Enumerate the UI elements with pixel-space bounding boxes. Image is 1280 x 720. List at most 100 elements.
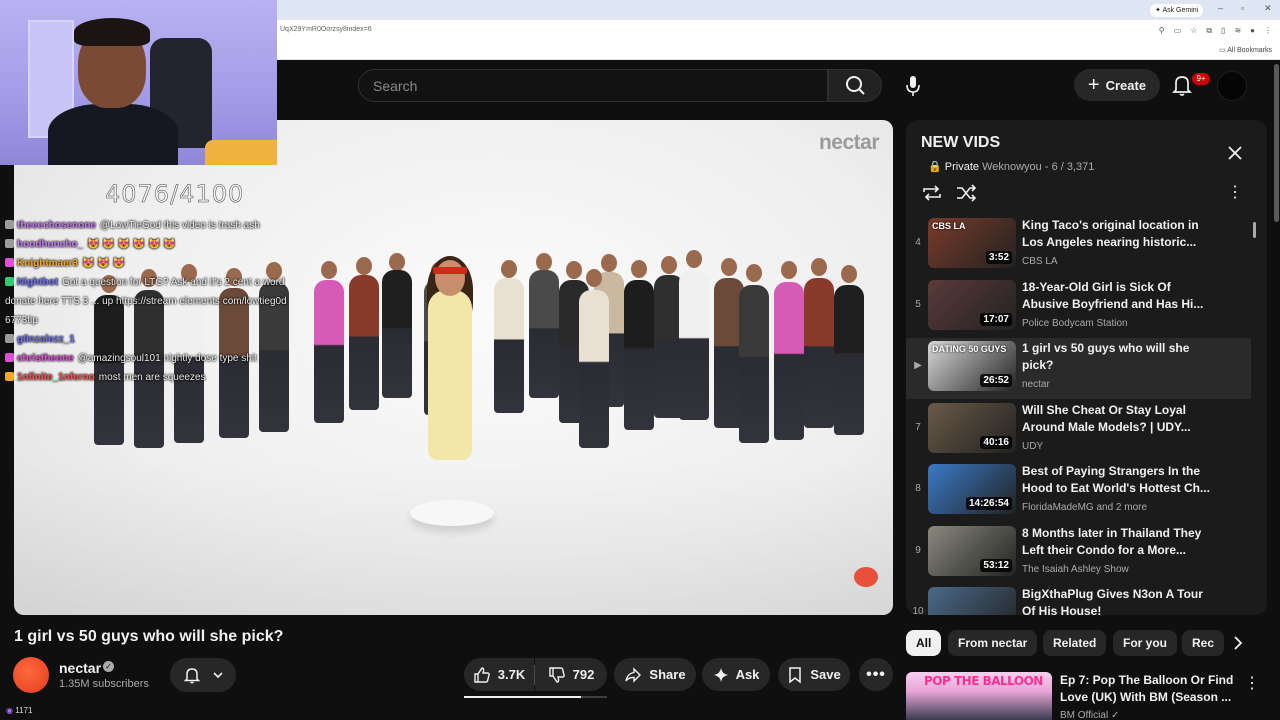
- search-icon: [846, 76, 865, 95]
- playlist-item-title: 1 girl vs 50 guys who will she pick?: [1022, 341, 1190, 372]
- crowd-person: [774, 282, 804, 440]
- restore-icon[interactable]: ▫: [1241, 3, 1244, 13]
- playlist-item-channel: Police Bodycam Station: [1022, 317, 1128, 329]
- cast-icon[interactable]: ▭: [1174, 26, 1182, 36]
- filter-chip[interactable]: Rec: [1182, 630, 1225, 656]
- crowd-person: [494, 278, 524, 413]
- playlist-item[interactable]: 4 CBS LA 3:52 King Taco's original location…: [906, 215, 1251, 276]
- chat-badge-icon: [5, 353, 14, 362]
- more-vertical-icon: ⋮: [1227, 184, 1243, 201]
- chat-text: @amazingsoul101 nightly dose type shit: [77, 353, 257, 364]
- more-vertical-icon: ⋮: [1244, 675, 1260, 692]
- playlist-item-thumbnail[interactable]: 14:26:54: [928, 464, 1016, 514]
- playlist-item[interactable]: 9 53:12 8 Months later in Thailand They Le…: [906, 523, 1251, 584]
- search-button[interactable]: [828, 69, 882, 102]
- page-scroll-thumb[interactable]: [1274, 64, 1279, 222]
- search-box[interactable]: [358, 69, 828, 102]
- playlist-item[interactable]: ▶ DATING 50 GUYS 26:52 1 girl vs 50 guys wh…: [906, 338, 1251, 399]
- voice-search-button[interactable]: [896, 69, 930, 102]
- close-playlist-button[interactable]: [1224, 142, 1246, 164]
- chat-username[interactable]: christheone: [17, 353, 74, 364]
- share-button[interactable]: Share: [614, 658, 696, 691]
- chat-username[interactable]: Nightbot: [17, 277, 58, 288]
- stream-chat: theeechosenone @LowTieGod this video is t…: [5, 216, 345, 387]
- chips-next-button[interactable]: [1228, 633, 1248, 653]
- playlist-item-thumbnail[interactable]: DATING 50 GUYS 26:52: [928, 341, 1016, 391]
- playlist-privacy: Private: [944, 161, 980, 173]
- ask-gemini-button[interactable]: ✦ Ask Gemini: [1150, 4, 1204, 17]
- chat-message: donate here TTS 3 ... up https://stream …: [5, 292, 345, 311]
- channel-name[interactable]: nectar: [59, 660, 101, 676]
- crowd-person-head: [686, 250, 702, 268]
- crowd-person: [679, 270, 709, 420]
- url-text[interactable]: UqX29YmR0Oorzsy8index=6: [280, 26, 372, 33]
- close-window-icon[interactable]: ✕: [1264, 3, 1272, 14]
- bookmark-star-icon[interactable]: ☆: [1190, 26, 1197, 36]
- filter-chip[interactable]: From nectar: [948, 630, 1038, 656]
- playlist-menu-button[interactable]: ⋮: [1226, 182, 1244, 204]
- playlist-scrollbar[interactable]: [1253, 222, 1256, 238]
- playlist-item-index: 5: [915, 298, 921, 310]
- playlist-item-thumbnail[interactable]: 17:07: [928, 279, 1016, 330]
- playlist-owner[interactable]: Weknowyou: [982, 161, 1042, 173]
- dislike-button[interactable]: 792: [535, 658, 607, 691]
- filter-chip[interactable]: For you: [1113, 630, 1177, 656]
- crowd-person-head: [746, 264, 762, 282]
- chat-username[interactable]: Knightmaer3: [17, 258, 78, 269]
- browser-menu-icon[interactable]: ⋮: [1264, 26, 1272, 36]
- filter-chip[interactable]: Related: [1043, 630, 1107, 656]
- extension-icon[interactable]: ≋: [1234, 26, 1241, 36]
- zoom-icon[interactable]: ⚲: [1159, 26, 1165, 36]
- extensions-icon[interactable]: ⧉: [1206, 26, 1212, 36]
- playlist-item[interactable]: 7 40:16 Will She Cheat Or Stay Loyal Aroun…: [906, 400, 1251, 461]
- chat-message: Nightbot Got a question for LTG? Ask and …: [5, 273, 345, 292]
- account-avatar[interactable]: [1217, 71, 1247, 101]
- search-input[interactable]: [373, 77, 813, 95]
- chat-badge-icon: [5, 258, 14, 267]
- chat-username[interactable]: theeechosenone: [17, 220, 96, 231]
- playlist-item-thumbnail[interactable]: 53:12: [928, 525, 1016, 576]
- crowd-person-head: [389, 253, 405, 271]
- chat-username[interactable]: g0nzalezz_1: [17, 334, 75, 345]
- chat-username[interactable]: 1nfinite_1nferno: [17, 372, 95, 383]
- profile-icon[interactable]: ●: [1250, 26, 1255, 36]
- bookmark-icon: [789, 666, 802, 684]
- playlist-item[interactable]: 10 BigXthaPlug Gives N3on A Tour Of His H…: [906, 584, 1251, 615]
- recommendation-thumb-label: POP THE BALLOON: [924, 674, 1043, 688]
- video-duration: 14:26:54: [965, 497, 1012, 510]
- recommendation-thumbnail[interactable]: POP THE BALLOON: [906, 672, 1052, 720]
- more-actions-button[interactable]: •••: [859, 658, 893, 691]
- ask-gemini-label: Ask Gemini: [1162, 7, 1199, 14]
- like-button[interactable]: 3.7K: [464, 658, 534, 691]
- playlist-title[interactable]: NEW VIDS: [921, 134, 1000, 152]
- crowd-person-head: [661, 256, 677, 274]
- subscribed-button[interactable]: [170, 658, 236, 692]
- sidebar-icon[interactable]: ▯: [1221, 26, 1225, 36]
- chat-message: theeechosenone @LowTieGod this video is t…: [5, 216, 345, 235]
- crowd-person-head: [631, 260, 647, 278]
- recommendation-channel[interactable]: BM Official ✓: [1060, 710, 1119, 720]
- channel-avatar[interactable]: [13, 657, 49, 693]
- chat-text: 😻 😻 😻 😻 😻 😻: [87, 239, 176, 250]
- filter-chip[interactable]: All: [906, 630, 942, 656]
- playlist-item-thumbnail[interactable]: 40:16: [928, 402, 1016, 453]
- ask-button[interactable]: Ask: [702, 658, 770, 691]
- shuffle-button[interactable]: [954, 182, 980, 204]
- loop-button[interactable]: [920, 182, 946, 204]
- chat-badge-icon: [5, 220, 14, 229]
- recommendation-menu-button[interactable]: ⋮: [1244, 674, 1260, 694]
- playlist-item[interactable]: 5 17:07 18-Year-Old Girl is Sick Of Abusiv…: [906, 277, 1251, 338]
- recommendation-title[interactable]: Ep 7: Pop The Balloon Or Find Love (UK) …: [1060, 672, 1240, 706]
- save-button[interactable]: Save: [778, 658, 850, 691]
- playlist-item-title: 8 Months later in Thailand They Left the…: [1022, 525, 1202, 557]
- thumbs-up-icon: [474, 666, 490, 683]
- create-button[interactable]: + Create: [1074, 69, 1160, 101]
- video-duration: 17:07: [980, 312, 1012, 326]
- playlist-item-thumbnail[interactable]: CBS LA 3:52: [928, 218, 1016, 268]
- minimize-icon[interactable]: –: [1218, 3, 1223, 13]
- chat-username[interactable]: hoodhuncho_: [17, 239, 83, 250]
- playlist-item[interactable]: 8 14:26:54 Best of Paying Strangers In the…: [906, 461, 1251, 522]
- playlist-item-thumbnail[interactable]: [928, 587, 1016, 615]
- playlist-item-channel: nectar: [1022, 379, 1050, 390]
- all-bookmarks-link[interactable]: ▭ All Bookmarks: [1219, 46, 1272, 54]
